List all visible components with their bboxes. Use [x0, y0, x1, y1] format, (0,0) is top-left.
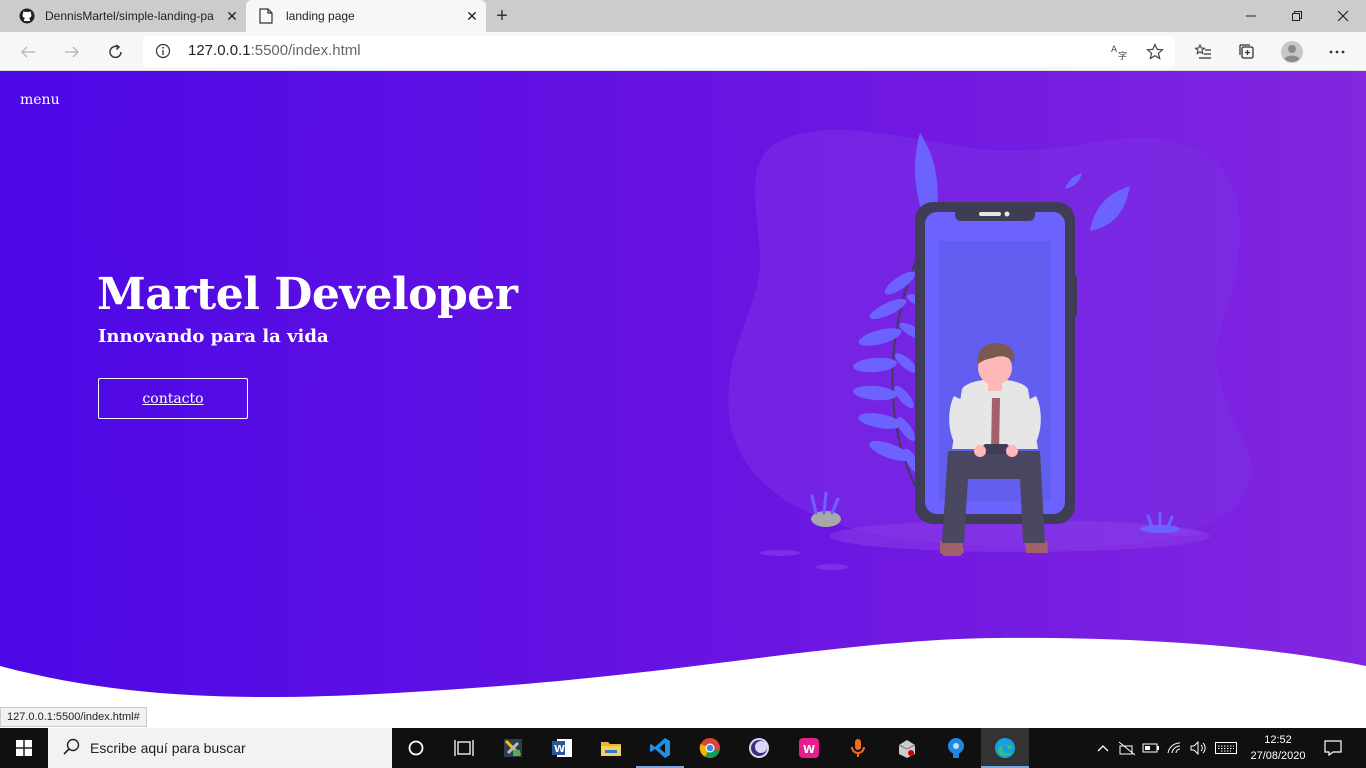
phone-person-illustration	[728, 129, 1252, 570]
edge-icon[interactable]	[981, 728, 1029, 768]
windows-start-icon[interactable]	[0, 728, 48, 768]
back-icon[interactable]	[14, 38, 42, 66]
taskbar: Escribe aquí para buscar W W 12:52 27/08…	[0, 728, 1366, 768]
system-clock[interactable]: 12:52 27/08/2020	[1244, 732, 1312, 764]
favorites-icon[interactable]	[1189, 38, 1217, 66]
restore-button[interactable]	[1274, 0, 1320, 32]
wamp-icon[interactable]: W	[785, 728, 833, 768]
hero-subtitle: Innovando para la vida	[98, 326, 329, 347]
network-off-icon[interactable]	[1116, 728, 1138, 768]
tab-strip: DennisMartel/simple-landing-pa ✕ landing…	[0, 0, 1366, 32]
search-icon	[62, 738, 80, 759]
page-icon	[258, 8, 274, 24]
podcast-icon[interactable]	[834, 728, 882, 768]
tab-title: DennisMartel/simple-landing-pa	[45, 9, 214, 23]
chevron-up-icon[interactable]	[1094, 728, 1112, 768]
url-host: 127.0.0.1	[188, 42, 251, 59]
new-tab-button[interactable]: +	[490, 4, 514, 28]
clock-time: 12:52	[1264, 734, 1292, 746]
eclipse-icon[interactable]	[735, 728, 783, 768]
address-bar[interactable]: 127.0.0.1:5500/index.html A字	[143, 36, 1175, 67]
contact-button[interactable]: contacto	[98, 378, 248, 419]
chrome-icon[interactable]	[686, 728, 734, 768]
keyboard-icon[interactable]	[1212, 728, 1240, 768]
profile-avatar[interactable]	[1278, 38, 1306, 66]
sourcetree-icon[interactable]	[932, 728, 980, 768]
link-status-bar: 127.0.0.1:5500/index.html#	[0, 707, 147, 727]
svg-text:W: W	[554, 744, 565, 755]
favorite-star-icon[interactable]	[1145, 42, 1165, 62]
close-icon[interactable]: ✕	[464, 8, 480, 24]
wifi-icon[interactable]	[1164, 728, 1186, 768]
file-explorer-icon[interactable]	[587, 728, 635, 768]
minimize-button[interactable]	[1228, 0, 1274, 32]
taskbar-search[interactable]: Escribe aquí para buscar	[48, 728, 392, 768]
tab-landing-page[interactable]: landing page ✕	[246, 0, 486, 32]
menu-link[interactable]: menu	[20, 92, 60, 108]
svg-text:A: A	[1111, 45, 1118, 55]
cortana-icon[interactable]	[392, 728, 440, 768]
svg-text:字: 字	[1118, 50, 1127, 61]
refresh-icon[interactable]	[102, 38, 130, 66]
close-icon[interactable]: ✕	[224, 8, 240, 24]
url-text: 127.0.0.1:5500/index.html	[188, 42, 361, 59]
collections-icon[interactable]	[1233, 38, 1261, 66]
word-icon[interactable]: W	[538, 728, 586, 768]
info-icon[interactable]	[155, 43, 171, 64]
page-viewport: menu Martel Developer Innovando para la …	[0, 71, 1366, 728]
more-menu-icon[interactable]	[1323, 38, 1351, 66]
forward-icon[interactable]	[58, 38, 86, 66]
notifications-icon[interactable]	[1318, 728, 1348, 768]
github-icon	[19, 8, 35, 24]
hero-wave-divider	[0, 637, 1366, 728]
clock-date: 27/08/2020	[1250, 750, 1306, 762]
volume-icon[interactable]	[1188, 728, 1210, 768]
network-tool-icon[interactable]	[489, 728, 537, 768]
browser-toolbar: 127.0.0.1:5500/index.html A字	[0, 32, 1366, 71]
package-icon[interactable]	[883, 728, 931, 768]
url-path: :5500/index.html	[250, 42, 361, 59]
vscode-icon[interactable]	[636, 728, 684, 768]
hero-title: Martel Developer	[97, 269, 518, 320]
translate-icon[interactable]: A字	[1109, 42, 1129, 62]
svg-text:W: W	[803, 743, 815, 756]
tab-title: landing page	[286, 9, 355, 23]
close-window-button[interactable]	[1320, 0, 1366, 32]
battery-icon[interactable]	[1140, 728, 1162, 768]
task-view-icon[interactable]	[440, 728, 488, 768]
tab-github[interactable]: DennisMartel/simple-landing-pa ✕	[0, 0, 246, 32]
search-placeholder: Escribe aquí para buscar	[90, 740, 246, 756]
